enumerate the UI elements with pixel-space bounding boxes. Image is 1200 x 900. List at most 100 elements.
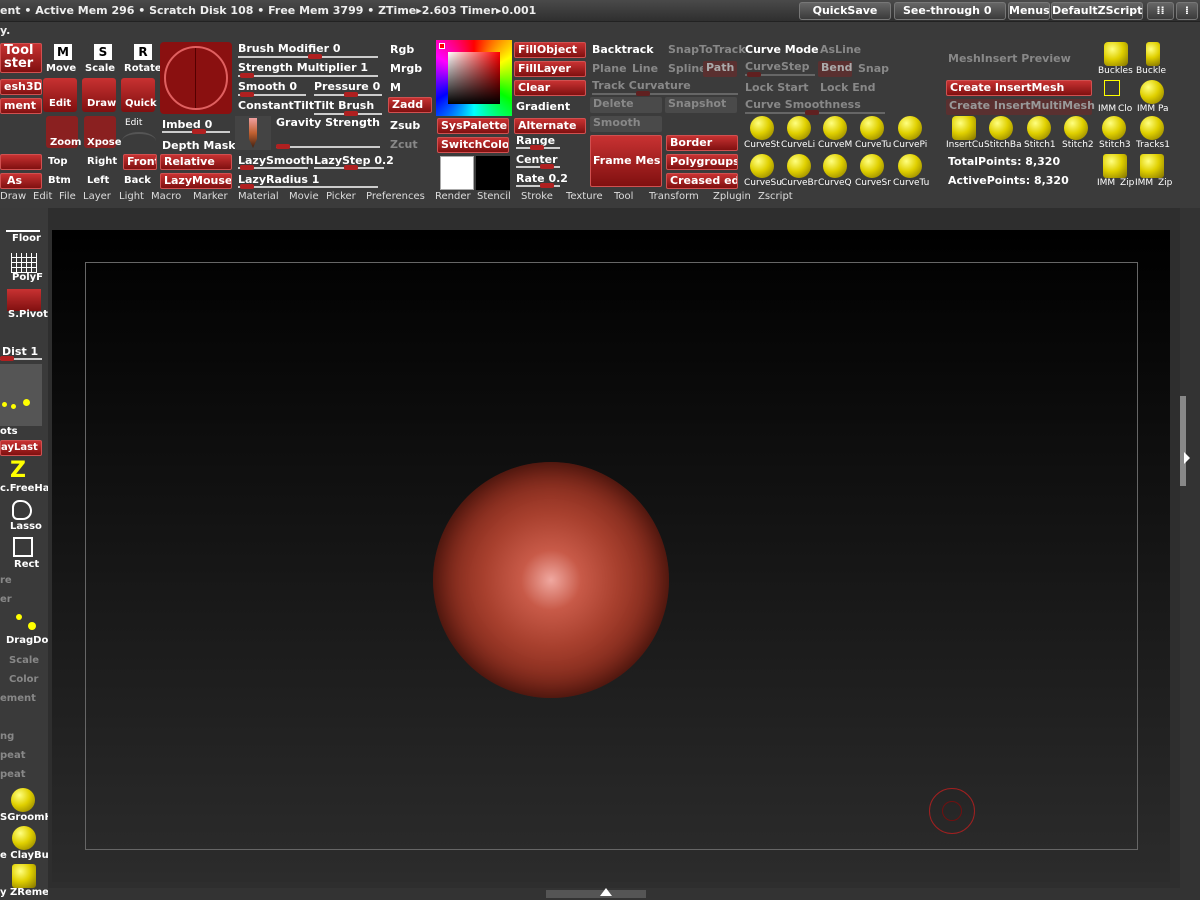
color-picker-wheel[interactable] xyxy=(436,40,512,116)
constanttilt-label[interactable]: ConstantTilt xyxy=(238,99,314,112)
curve-icon-6[interactable] xyxy=(750,154,774,178)
border-button[interactable]: Border xyxy=(666,135,738,151)
filllayer-button[interactable]: FillLayer xyxy=(514,61,586,77)
snap-button[interactable]: Snap xyxy=(858,62,889,75)
stroke-dots-preview[interactable] xyxy=(0,364,42,426)
sphere-mesh[interactable] xyxy=(433,462,669,698)
switchcolor-button[interactable]: SwitchColor xyxy=(437,137,509,153)
plane-button[interactable]: Plane xyxy=(592,62,627,75)
lazyradius-slider[interactable] xyxy=(238,184,378,189)
line-button[interactable]: Line xyxy=(632,62,658,75)
curve-icon-2[interactable] xyxy=(787,116,811,140)
menu-transform[interactable]: Transform xyxy=(649,191,699,202)
curve-icon-9[interactable] xyxy=(860,154,884,178)
buckle-icon[interactable] xyxy=(1146,42,1160,66)
menu-material[interactable]: Material xyxy=(238,191,279,202)
m-button[interactable]: M xyxy=(390,81,401,94)
mesh3d-button[interactable]: esh3D xyxy=(0,79,42,95)
curve-icon-7[interactable] xyxy=(787,154,811,178)
curve-icon-10[interactable] xyxy=(898,154,922,178)
menu-preferences[interactable]: Preferences xyxy=(366,191,425,202)
depth-mask-label[interactable]: Depth Mask xyxy=(162,139,236,152)
menu-zscript[interactable]: Zscript xyxy=(758,191,793,202)
curve-mode-button[interactable]: Curve Mode xyxy=(745,43,819,56)
smooth-slider[interactable] xyxy=(238,92,306,97)
view-top-button[interactable]: Top xyxy=(48,156,68,167)
gravity-strength-slider[interactable] xyxy=(276,144,380,149)
claybuild-brush-icon[interactable] xyxy=(12,826,36,850)
lazymouse-button[interactable]: LazyMouse xyxy=(160,173,232,189)
rect-icon[interactable] xyxy=(13,537,33,557)
menus-button[interactable]: Menus xyxy=(1008,2,1050,20)
stitch1-icon[interactable] xyxy=(1027,116,1051,140)
view-left-button[interactable]: Left xyxy=(87,175,109,186)
insert-cube-icon[interactable] xyxy=(952,116,976,140)
bend-button[interactable]: Bend xyxy=(818,61,853,77)
gradient-button[interactable]: Gradient xyxy=(516,100,570,113)
alternate-button[interactable]: Alternate xyxy=(514,118,586,134)
left-red-button-1[interactable] xyxy=(0,154,42,170)
curve-smoothness-slider[interactable] xyxy=(745,110,885,115)
layout-toggle-icon[interactable]: ⁞⁞ xyxy=(1147,2,1174,20)
syspalette-button[interactable]: SysPalette xyxy=(437,118,509,134)
menu-zplugin[interactable]: Zplugin xyxy=(713,191,751,202)
ment-button[interactable]: ment xyxy=(0,98,42,114)
lazysmooth-slider[interactable] xyxy=(238,165,308,170)
imm-zip-metal-icon[interactable] xyxy=(1103,154,1127,178)
polygroups-button[interactable]: Polygroups xyxy=(666,154,738,170)
stitch-base-icon[interactable] xyxy=(989,116,1013,140)
zcut-button[interactable]: Zcut xyxy=(390,138,418,151)
lazystep-slider[interactable] xyxy=(314,165,384,170)
zsub-button[interactable]: Zsub xyxy=(390,119,420,132)
groom-brush-icon[interactable] xyxy=(11,788,35,812)
laylast-button[interactable]: ayLast xyxy=(0,440,42,456)
clear-button[interactable]: Clear xyxy=(514,80,586,96)
brush-alpha-preview[interactable] xyxy=(160,42,232,114)
menu-file[interactable]: File xyxy=(59,191,76,202)
view-front-button[interactable]: Front xyxy=(123,154,157,170)
asline-button[interactable]: AsLine xyxy=(820,43,861,56)
menu-draw[interactable]: Draw xyxy=(0,191,26,202)
polyframe-icon[interactable] xyxy=(11,253,37,273)
layout-arrows-icon[interactable]: ⁞ xyxy=(1176,2,1198,20)
rate-slider[interactable] xyxy=(516,183,560,188)
curve-icon-1[interactable] xyxy=(750,116,774,140)
zremesher-icon[interactable] xyxy=(12,864,36,888)
mrgb-button[interactable]: Mrgb xyxy=(390,62,422,75)
see-through-slider[interactable]: See-through 0 xyxy=(894,2,1006,20)
stitch2-icon[interactable] xyxy=(1064,116,1088,140)
view-back-button[interactable]: Back xyxy=(124,175,151,186)
track-curvature-slider[interactable] xyxy=(592,91,738,96)
imm-zip-plastic-icon[interactable] xyxy=(1140,154,1164,178)
freehand-icon[interactable]: Z xyxy=(10,460,36,484)
relative-button[interactable]: Relative xyxy=(160,154,232,170)
spline-button[interactable]: Spline xyxy=(668,62,707,75)
lock-end-button[interactable]: Lock End xyxy=(820,81,875,94)
menu-tool[interactable]: Tool xyxy=(614,191,633,202)
zadd-button[interactable]: Zadd xyxy=(388,97,432,113)
stitch3-icon[interactable] xyxy=(1102,116,1126,140)
imm-clo-icon[interactable] xyxy=(1104,80,1120,96)
backtrack-button[interactable]: Backtrack xyxy=(592,43,654,56)
lasso-icon[interactable] xyxy=(12,500,32,520)
floor-icon[interactable] xyxy=(6,222,40,232)
view-btm-button[interactable]: Btm xyxy=(48,175,71,186)
frame-mesh-button[interactable]: Frame Mesh xyxy=(590,135,662,187)
menu-render[interactable]: Render xyxy=(435,191,471,202)
draw-size-slider[interactable] xyxy=(0,356,42,361)
buckles-icon[interactable] xyxy=(1104,42,1128,66)
strength-multiplier-slider[interactable] xyxy=(238,73,378,78)
brush-modifier-slider[interactable] xyxy=(238,54,378,59)
save-as-button[interactable]: As xyxy=(0,173,42,189)
menu-stroke[interactable]: Stroke xyxy=(521,191,553,202)
menu-texture[interactable]: Texture xyxy=(566,191,603,202)
snaptotrack-button[interactable]: SnapToTrack xyxy=(668,43,746,56)
snapshot-button[interactable]: Snapshot xyxy=(665,97,737,113)
view-right-button[interactable]: Right xyxy=(87,156,117,167)
brush-pencil-icon[interactable] xyxy=(235,116,271,150)
create-insertmultimesh-button[interactable]: Create InsertMultiMesh xyxy=(946,99,1095,115)
create-insertmesh-button[interactable]: Create InsertMesh xyxy=(946,80,1092,96)
menu-light[interactable]: Light xyxy=(119,191,144,202)
menu-marker[interactable]: Marker xyxy=(193,191,228,202)
lock-start-button[interactable]: Lock Start xyxy=(745,81,809,94)
